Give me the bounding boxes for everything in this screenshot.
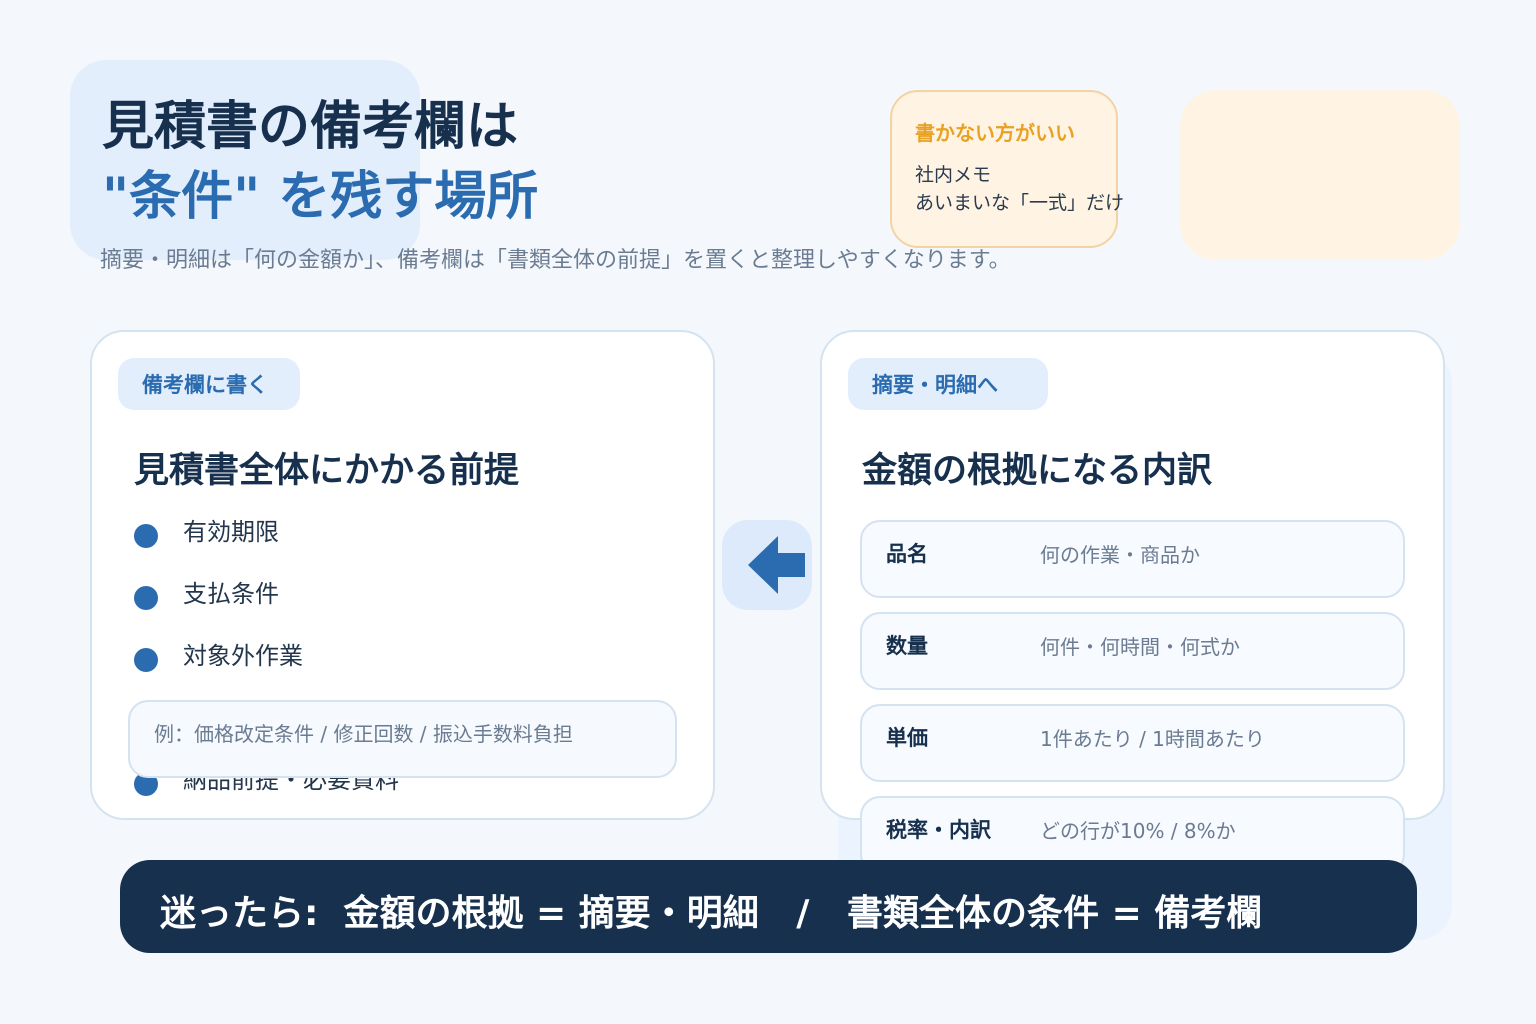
details-row-label: 単価 xyxy=(886,726,928,750)
avoid-note-title: 書かない方がいい xyxy=(915,121,1075,145)
details-row-label: 品名 xyxy=(886,542,928,566)
remarks-list-item: 対象外作業 xyxy=(183,642,303,670)
arrow-badge xyxy=(722,520,812,610)
page-title-line1: 見積書の備考欄は xyxy=(102,97,519,157)
bullet-dot-icon xyxy=(134,524,158,548)
remarks-heading: 見積書全体にかかる前提 xyxy=(134,451,520,491)
details-row-value: 何件・何時間・何式か xyxy=(1040,635,1240,659)
details-row-value: 何の作業・商品か xyxy=(1040,543,1200,567)
details-heading: 金額の根拠になる内訳 xyxy=(862,451,1213,491)
page-title-line2: "条件" を残す場所 xyxy=(102,167,539,227)
details-row-label: 税率・内訳 xyxy=(886,818,991,842)
avoid-note-item: あいまいな「一式」だけ xyxy=(915,192,1125,214)
page-subtitle: 摘要・明細は「何の金額か」、備考欄は「書類全体の前提」を置くと整理しやすくなりま… xyxy=(100,248,1011,273)
remarks-list-item: 有効期限 xyxy=(183,518,279,546)
details-chip: 摘要・明細へ xyxy=(848,358,1048,410)
avoid-note-item: 社内メモ xyxy=(915,164,992,186)
details-row-label: 数量 xyxy=(886,634,928,658)
remarks-list-item: 支払条件 xyxy=(183,580,279,608)
bullet-dot-icon xyxy=(134,648,158,672)
arrow-left-icon xyxy=(748,536,805,594)
summary-banner-text: 迷ったら: 金額の根拠 = 摘要・明細 / 書類全体の条件 = 備考欄 xyxy=(160,893,1263,934)
bullet-dot-icon xyxy=(134,586,158,610)
details-row-value: どの行が10% / 8%か xyxy=(1040,819,1236,843)
remarks-chip: 備考欄に書く xyxy=(118,358,300,410)
note-decoration xyxy=(1180,90,1460,260)
remarks-example-text: 例：価格改定条件 / 修正回数 / 振込手数料負担 xyxy=(154,722,573,746)
details-row-value: 1件あたり / 1時間あたり xyxy=(1040,727,1265,751)
